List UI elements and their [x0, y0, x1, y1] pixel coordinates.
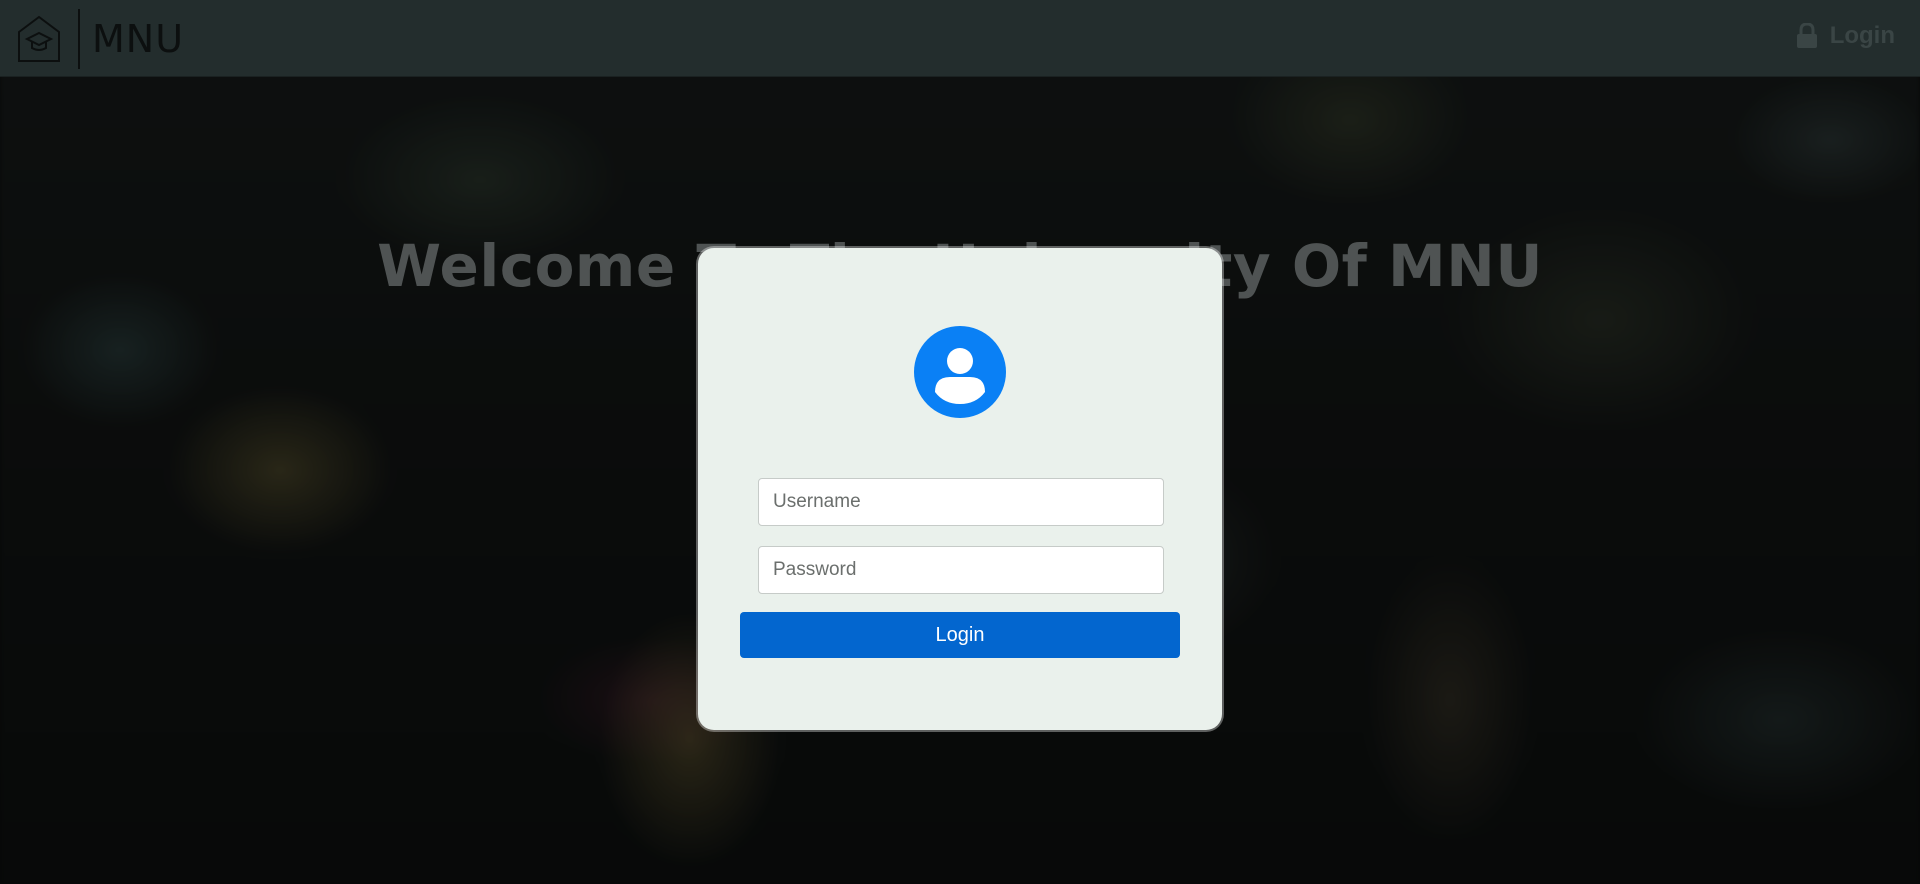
- graduation-house-icon: [18, 15, 60, 62]
- top-navbar: MNU Login: [0, 0, 1920, 77]
- login-card: Login: [698, 248, 1222, 730]
- header-login-label: Login: [1829, 22, 1895, 49]
- password-input[interactable]: [758, 546, 1164, 594]
- login-page: MNU Login Welcome To The University Of M…: [0, 0, 1920, 884]
- login-submit-button[interactable]: Login: [740, 612, 1180, 658]
- brand[interactable]: MNU: [16, 9, 185, 69]
- brand-divider: [78, 9, 80, 69]
- lock-icon: [1796, 23, 1817, 48]
- user-avatar-icon: [914, 326, 1006, 418]
- brand-name: MNU: [92, 17, 185, 61]
- header-login-link[interactable]: Login: [1796, 22, 1895, 50]
- username-input[interactable]: [758, 478, 1164, 526]
